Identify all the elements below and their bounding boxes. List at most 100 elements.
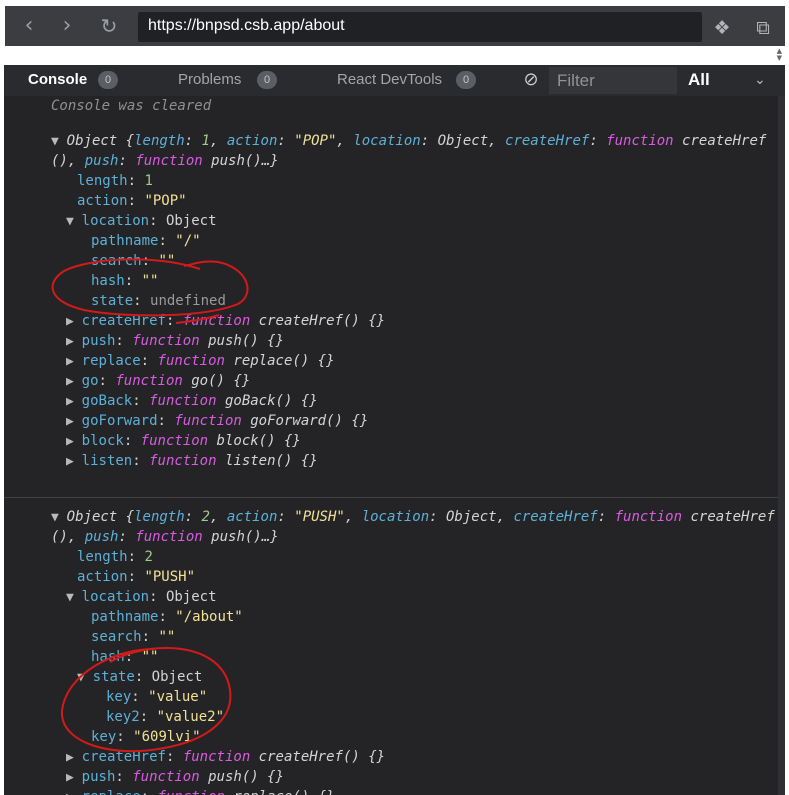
- token: :: [141, 789, 158, 795]
- token: length: [77, 549, 128, 565]
- react-devtools-count-badge: 0: [456, 71, 476, 89]
- token: location: [361, 509, 430, 525]
- token: push()…}: [202, 153, 279, 169]
- expand-triangle-icon[interactable]: ▶: [66, 750, 82, 765]
- token: :: [116, 729, 134, 745]
- token: "/": [175, 233, 201, 249]
- address-bar[interactable]: https://bnpsd.csb.app/about: [138, 12, 702, 42]
- token: goForward: [81, 413, 158, 429]
- token: :: [132, 393, 150, 409]
- expand-triangle-icon[interactable]: ▶: [66, 414, 82, 429]
- tab-problems[interactable]: Problems: [178, 71, 241, 88]
- token: :: [123, 433, 141, 449]
- property-row[interactable]: ▶ push: function push() {}: [66, 767, 284, 788]
- token: "": [141, 273, 159, 289]
- property-row[interactable]: ▶ block: function block() {}: [66, 431, 301, 452]
- token: ,: [209, 509, 227, 525]
- token: key: [106, 689, 132, 705]
- token: block() {}: [208, 433, 301, 449]
- token: action: [226, 509, 278, 525]
- token: function: [606, 133, 674, 149]
- expand-triangle-icon[interactable]: ▶: [66, 314, 82, 329]
- property-row: length: 2: [77, 547, 153, 567]
- property-row[interactable]: ▼ state: Object: [77, 667, 202, 688]
- collapse-triangle-icon[interactable]: ▼: [66, 214, 82, 229]
- back-icon[interactable]: ‹: [15, 13, 43, 41]
- expand-triangle-icon[interactable]: ▶: [66, 434, 82, 449]
- token: "": [158, 629, 176, 645]
- tab-console[interactable]: Console: [28, 71, 87, 88]
- token: :: [141, 629, 159, 645]
- property-row[interactable]: ▶ createHref: function createHref() {}: [66, 311, 385, 332]
- property-row[interactable]: ▶ goForward: function goForward() {}: [66, 411, 368, 432]
- token: "PUSH": [144, 569, 196, 585]
- property-row[interactable]: ▶ createHref: function createHref() {}: [66, 747, 385, 768]
- token: action: [77, 193, 128, 209]
- collapse-triangle-icon[interactable]: ▼: [77, 670, 93, 685]
- token: push: [84, 529, 119, 545]
- expand-triangle-icon[interactable]: ▶: [66, 790, 82, 795]
- token: function: [132, 333, 200, 349]
- token: Object {: [66, 133, 135, 149]
- expand-triangle-icon[interactable]: ▶: [66, 354, 82, 369]
- token: "POP": [294, 133, 337, 149]
- token: listen: [81, 453, 133, 469]
- property-row[interactable]: ▶ push: function push() {}: [66, 331, 284, 352]
- property-row[interactable]: ▶ go: function go() {}: [66, 371, 250, 392]
- token: length: [134, 133, 185, 149]
- tab-react-devtools[interactable]: React DevTools: [337, 71, 442, 88]
- property-row[interactable]: ▶ listen: function listen() {}: [66, 451, 318, 472]
- token: goBack() {}: [216, 393, 318, 409]
- open-new-window-icon[interactable]: ⧉: [750, 16, 776, 40]
- filter-input[interactable]: [555, 67, 677, 94]
- object-summary[interactable]: ▼ Object {length: 1, action: "POP", loca…: [51, 131, 766, 152]
- chevron-down-icon[interactable]: ⌄: [754, 72, 766, 88]
- token: pathname: [91, 233, 159, 249]
- clear-console-icon[interactable]: ⊘: [521, 70, 541, 90]
- token: function: [135, 153, 203, 169]
- forward-icon[interactable]: ›: [53, 13, 81, 41]
- token: function: [140, 433, 209, 449]
- token: pathname: [91, 609, 159, 625]
- object-summary-continued: (), push: function push()…}: [51, 527, 279, 547]
- token: ,: [344, 509, 362, 525]
- token: :: [158, 609, 176, 625]
- expand-triangle-icon[interactable]: ▶: [66, 374, 82, 389]
- scroll-arrows-icon[interactable]: ▲ ▼: [777, 48, 782, 62]
- token: function: [149, 453, 217, 469]
- collapse-triangle-icon[interactable]: ▼: [66, 590, 82, 605]
- property-row: state: undefined: [91, 291, 226, 311]
- property-row: action: "POP": [77, 191, 187, 211]
- url-text: https://bnpsd.csb.app/about: [148, 17, 345, 34]
- expand-triangle-icon[interactable]: ▼: [51, 134, 67, 149]
- token: replace() {}: [224, 353, 335, 369]
- expand-triangle-icon[interactable]: ▶: [66, 454, 82, 469]
- expand-triangle-icon[interactable]: ▼: [51, 510, 67, 525]
- object-summary[interactable]: ▼ Object {length: 2, action: "PUSH", loc…: [51, 507, 775, 528]
- log-level-select[interactable]: All: [688, 70, 710, 90]
- token: "": [141, 649, 159, 665]
- token: :: [277, 133, 295, 149]
- token: push() {}: [199, 769, 284, 785]
- token: createHref: [673, 133, 767, 149]
- token: :: [132, 453, 150, 469]
- expand-triangle-icon[interactable]: ▶: [66, 334, 82, 349]
- token: :: [277, 509, 295, 525]
- token: :: [141, 253, 159, 269]
- expand-triangle-icon[interactable]: ▶: [66, 770, 82, 785]
- property-row[interactable]: ▼ location: Object: [66, 211, 217, 232]
- console-scrollbar[interactable]: [778, 96, 785, 795]
- expand-triangle-icon[interactable]: ▶: [66, 394, 82, 409]
- token: function: [157, 353, 225, 369]
- token: length: [134, 509, 185, 525]
- codesandbox-icon[interactable]: ❖: [709, 16, 735, 40]
- token: :: [589, 133, 607, 149]
- token: 2: [201, 509, 210, 525]
- property-row[interactable]: ▶ replace: function replace() {}: [66, 351, 335, 372]
- property-row[interactable]: ▶ goBack: function goBack() {}: [66, 391, 318, 412]
- token: length: [77, 173, 128, 189]
- token: :: [184, 133, 202, 149]
- reload-icon[interactable]: ↻: [95, 13, 123, 41]
- property-row[interactable]: ▼ location: Object: [66, 587, 217, 608]
- property-row[interactable]: ▶ replace: function replace() {}: [66, 787, 335, 795]
